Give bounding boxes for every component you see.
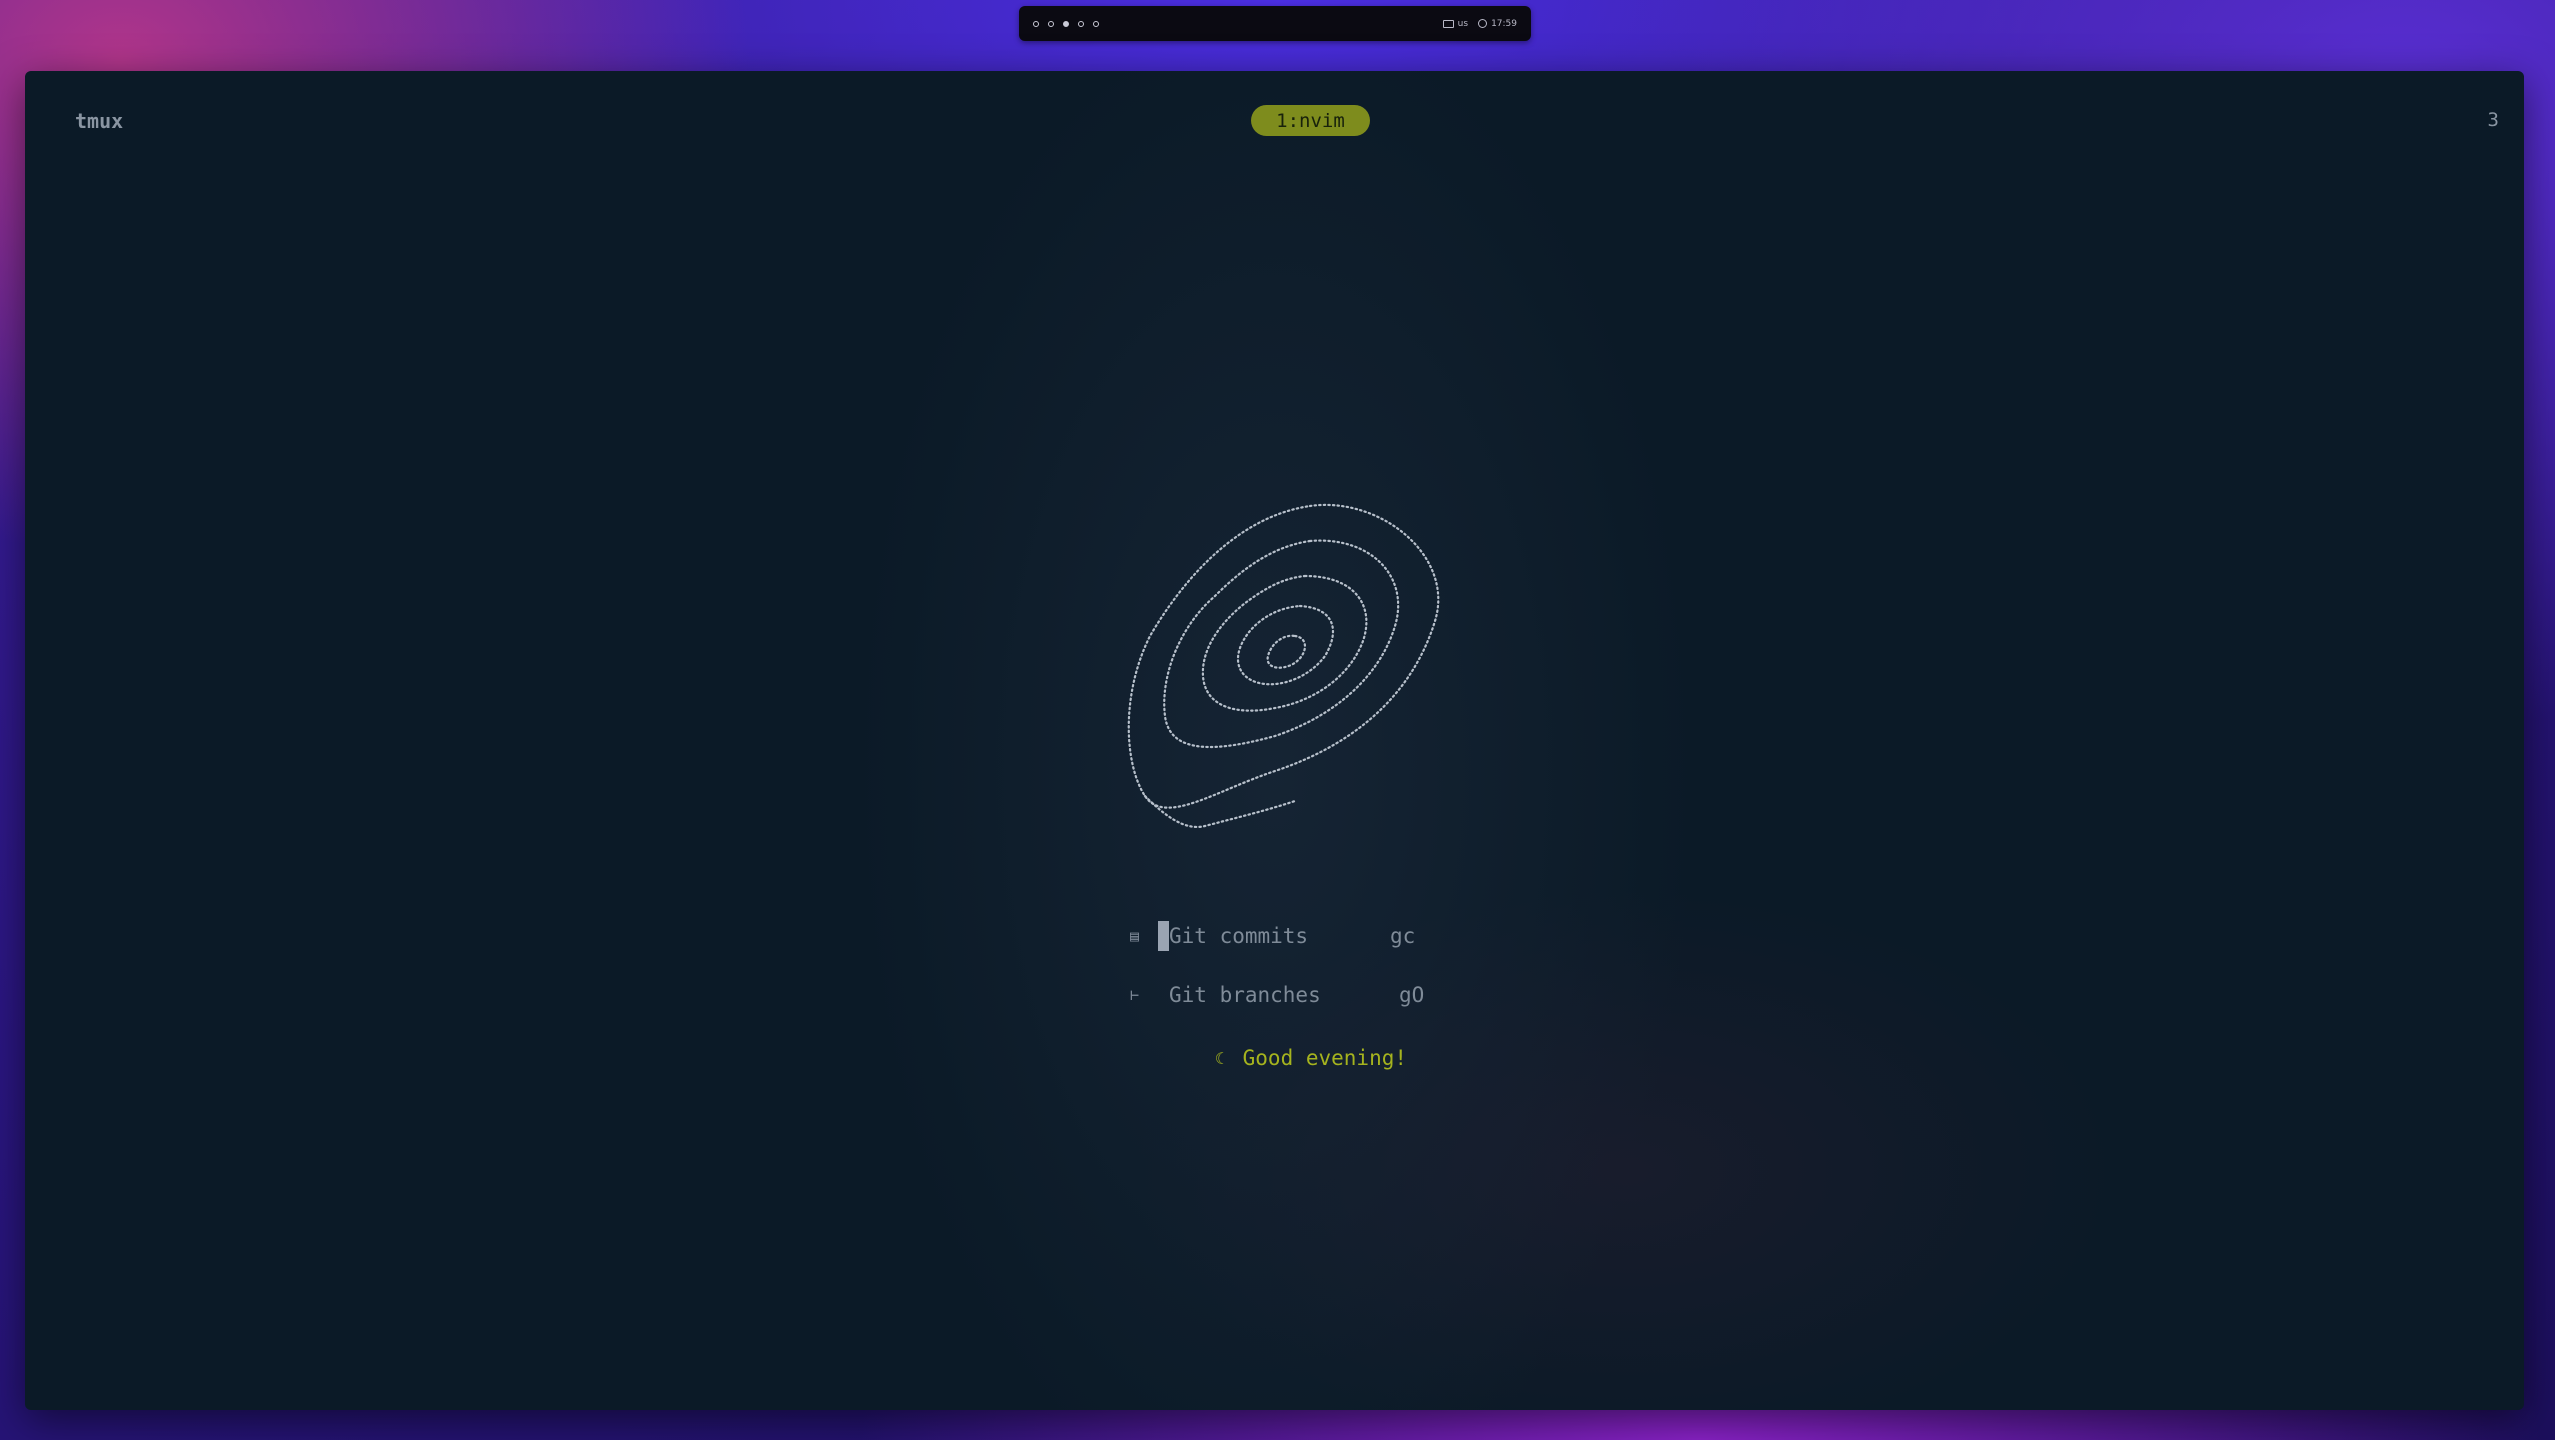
logo-tail [1143, 794, 1297, 829]
logo-ring-outer [1127, 503, 1440, 809]
workspace-3-dot[interactable] [1063, 20, 1069, 27]
workspace-indicators [1033, 20, 1099, 27]
keyboard-icon [1442, 19, 1454, 28]
dashboard-item-shortcut: gc [1390, 924, 1416, 948]
workspace-5-dot[interactable] [1093, 20, 1099, 27]
git-branch-icon: ⊢ [1130, 986, 1140, 1004]
clock-icon [1478, 19, 1488, 28]
tmux-window-tab[interactable]: 1:nvim [1251, 105, 1370, 136]
dashboard-item-git-commits[interactable]: ▤ Git commits gc [1130, 921, 1415, 951]
system-tray: us 17:59 [1442, 18, 1517, 29]
editor-cursor [1158, 921, 1169, 951]
clock-time: 17:59 [1491, 18, 1517, 29]
moon-icon: ☾ [1215, 1048, 1225, 1068]
git-commit-icon: ▤ [1130, 927, 1140, 945]
workspace-2-dot[interactable] [1048, 20, 1054, 27]
greeting-text: Good evening! [1242, 1046, 1408, 1070]
dashboard-item-label: Git commits [1169, 924, 1309, 948]
logo-ring-3 [1201, 574, 1368, 712]
dashboard-item-shortcut: gO [1399, 983, 1425, 1007]
terminal-window[interactable]: tmux 1:nvim 3 ▤ Git commits gc ⊢ Git bra… [25, 71, 2524, 1410]
logo-ring-2 [1163, 539, 1400, 749]
workspace-1-dot[interactable] [1033, 20, 1039, 27]
logo-ring-4 [1237, 604, 1334, 686]
top-status-bar: us 17:59 [1019, 6, 1531, 41]
workspace-4-dot[interactable] [1078, 20, 1084, 27]
dashboard-item-label: Git branches [1169, 983, 1321, 1007]
logo-core [1266, 634, 1306, 669]
ascii-art-logo [1127, 503, 1440, 829]
tmux-session-label: tmux [75, 109, 124, 133]
clock[interactable]: 17:59 [1478, 19, 1517, 29]
greeting: ☾ Good evening! [1215, 1046, 1407, 1070]
keyboard-layout-label: us [1457, 18, 1469, 29]
keyboard-layout[interactable]: us [1442, 18, 1469, 29]
tmux-pane-count: 3 [2487, 109, 2499, 131]
dashboard-item-git-branches[interactable]: ⊢ Git branches gO [1130, 983, 1424, 1007]
